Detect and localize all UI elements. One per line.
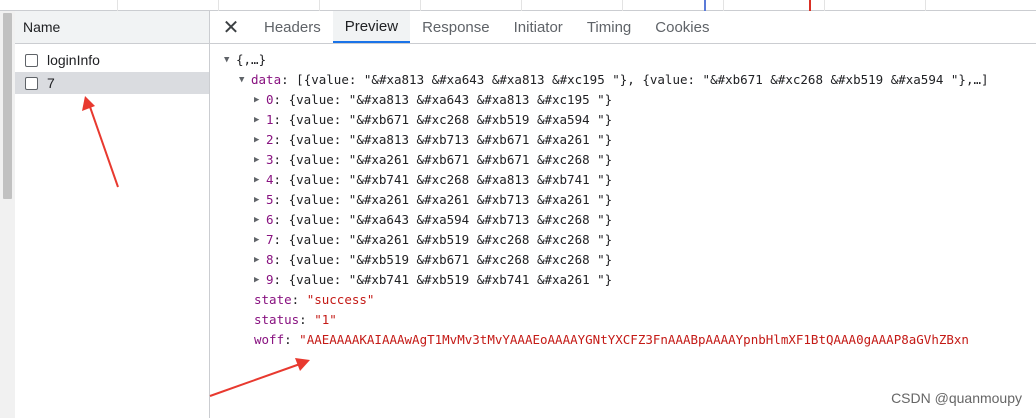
collapsed-triangle-icon[interactable]: ▶	[254, 110, 266, 130]
json-object-summary: {value: "&#xa261 &#xb519 &#xc268 &#xc268…	[288, 232, 613, 247]
collapsed-triangle-icon[interactable]: ▶	[254, 190, 266, 210]
json-object-summary: {value: "&#xa261 &#xb671 &#xb671 &#xc268…	[288, 152, 613, 167]
timeline-gridline	[824, 0, 825, 11]
json-object-summary: {value: "&#xa261 &#xa261 &#xb713 &#xa261…	[288, 192, 613, 207]
json-object-summary: {value: "&#xb671 &#xc268 &#xb519 &#xa594…	[288, 112, 613, 127]
timeline-gridline	[723, 0, 724, 11]
network-timeline	[0, 0, 1036, 11]
timeline-gridline	[319, 0, 320, 11]
request-checkbox[interactable]	[25, 76, 38, 90]
json-string-value: "success"	[306, 292, 375, 307]
json-index: 3	[266, 152, 274, 167]
name-column-header[interactable]: Name	[15, 11, 209, 44]
request-checkbox[interactable]	[25, 53, 38, 67]
json-index: 5	[266, 192, 274, 207]
json-key: data	[251, 72, 282, 87]
request-row-logininfo[interactable]: loginInfo	[15, 50, 209, 70]
json-array-item-row[interactable]: ▶ 6: {value: "&#xa643 &#xa594 &#xb713 &#x…	[210, 210, 1036, 230]
json-object-summary: {value: "&#xb741 &#xb519 &#xb741 &#xa261…	[288, 272, 613, 287]
dom-content-loaded-marker	[704, 0, 706, 11]
timeline-gridline	[925, 0, 926, 11]
json-key: status	[254, 312, 300, 327]
json-array-item-row[interactable]: ▶ 4: {value: "&#xb741 &#xc268 &#xa813 &#x…	[210, 170, 1036, 190]
collapsed-triangle-icon[interactable]: ▶	[254, 90, 266, 110]
json-array-item-row[interactable]: ▶ 7: {value: "&#xa261 &#xb519 &#xc268 &#x…	[210, 230, 1036, 250]
json-root-row[interactable]: ▼ {,…}	[210, 50, 1036, 70]
json-array-item-row[interactable]: ▶ 1: {value: "&#xb671 &#xc268 &#xb519 &#x…	[210, 110, 1036, 130]
timeline-gridline	[117, 0, 118, 11]
json-array-item-row[interactable]: ▶ 3: {value: "&#xa261 &#xb671 &#xb671 &#x…	[210, 150, 1036, 170]
json-string-value: "1"	[314, 312, 337, 327]
timeline-gridline	[622, 0, 623, 11]
request-name: loginInfo	[47, 52, 100, 68]
tab-initiator[interactable]: Initiator	[502, 11, 575, 43]
json-key: woff	[254, 332, 285, 347]
timeline-gridline	[218, 0, 219, 11]
json-data-row[interactable]: ▼ data: [{value: "&#xa813 &#xa643 &#xa81…	[210, 70, 1036, 90]
tab-response[interactable]: Response	[410, 11, 502, 43]
request-row-7[interactable]: 7	[15, 72, 209, 94]
json-key: state	[254, 292, 292, 307]
scrollbar-thumb[interactable]	[3, 13, 12, 199]
collapsed-triangle-icon[interactable]: ▶	[254, 170, 266, 190]
collapsed-triangle-icon[interactable]: ▶	[254, 210, 266, 230]
tab-timing[interactable]: Timing	[575, 11, 643, 43]
expanded-triangle-icon[interactable]: ▼	[239, 70, 251, 90]
load-event-marker	[809, 0, 811, 11]
watermark: CSDN @quanmoupy	[891, 390, 1022, 406]
collapsed-triangle-icon[interactable]: ▶	[254, 250, 266, 270]
json-array-item-row[interactable]: ▶ 2: {value: "&#xa813 &#xb713 &#xb671 &#x…	[210, 130, 1036, 150]
json-object-summary: {value: "&#xa813 &#xa643 &#xa813 &#xc195…	[288, 92, 613, 107]
json-index: 7	[266, 232, 274, 247]
tab-headers[interactable]: Headers	[252, 11, 333, 43]
collapsed-triangle-icon[interactable]: ▶	[254, 150, 266, 170]
json-object-summary: {value: "&#xb741 &#xc268 &#xa813 &#xb741…	[288, 172, 613, 187]
json-array-items: ▶ 0: {value: "&#xa813 &#xa643 &#xa813 &#x…	[210, 90, 1036, 290]
json-object-summary: {value: "&#xa813 &#xb713 &#xb671 &#xa261…	[288, 132, 613, 147]
json-index: 0	[266, 92, 274, 107]
json-index: 4	[266, 172, 274, 187]
json-preview: ▼ {,…} ▼ data: [{value: "&#xa813 &#xa643…	[210, 44, 1036, 350]
timeline-gridline	[521, 0, 522, 11]
json-index: 2	[266, 132, 274, 147]
request-list-panel: Name loginInfo 7	[15, 11, 210, 418]
json-root-summary: {,…}	[236, 52, 267, 67]
detail-tabbar: ✕ Headers Preview Response Initiator Tim…	[210, 11, 1036, 44]
collapsed-triangle-icon[interactable]: ▶	[254, 130, 266, 150]
collapsed-triangle-icon[interactable]: ▶	[254, 270, 266, 290]
json-array-item-row[interactable]: ▶ 9: {value: "&#xb741 &#xb519 &#xb741 &#x…	[210, 270, 1036, 290]
json-status-row: status: "1"	[210, 310, 1036, 330]
json-object-summary: {value: "&#xb519 &#xb671 &#xc268 &#xc268…	[288, 252, 613, 267]
name-column-label: Name	[23, 19, 61, 35]
expanded-triangle-icon[interactable]: ▼	[224, 50, 236, 70]
json-woff-row: woff: "AAEAAAAKAIAAAwAgT1MvMv3tMvYAAAEoA…	[210, 330, 1036, 350]
json-array-item-row[interactable]: ▶ 0: {value: "&#xa813 &#xa643 &#xa813 &#x…	[210, 90, 1036, 110]
tab-preview[interactable]: Preview	[332, 11, 411, 43]
close-icon[interactable]: ✕	[210, 11, 252, 43]
json-index: 9	[266, 272, 274, 287]
json-index: 1	[266, 112, 274, 127]
json-object-summary: {value: "&#xa643 &#xa594 &#xb713 &#xc268…	[288, 212, 613, 227]
request-name: 7	[47, 75, 55, 91]
json-array-item-row[interactable]: ▶ 8: {value: "&#xb519 &#xb671 &#xc268 &#x…	[210, 250, 1036, 270]
request-detail-panel: ✕ Headers Preview Response Initiator Tim…	[210, 11, 1036, 418]
timeline-gridline	[420, 0, 421, 11]
vertical-scrollbar[interactable]	[0, 11, 15, 418]
tab-cookies[interactable]: Cookies	[643, 11, 721, 43]
json-index: 8	[266, 252, 274, 267]
json-array-item-row[interactable]: ▶ 5: {value: "&#xa261 &#xa261 &#xb713 &#x…	[210, 190, 1036, 210]
collapsed-triangle-icon[interactable]: ▶	[254, 230, 266, 250]
json-state-row: state: "success"	[210, 290, 1036, 310]
json-string-value: "AAEAAAAKAIAAAwAgT1MvMv3tMvYAAAEoAAAAYGN…	[299, 332, 969, 347]
json-array-summary: [{value: "&#xa813 &#xa643 &#xa813 &#xc19…	[296, 72, 989, 87]
json-index: 6	[266, 212, 274, 227]
